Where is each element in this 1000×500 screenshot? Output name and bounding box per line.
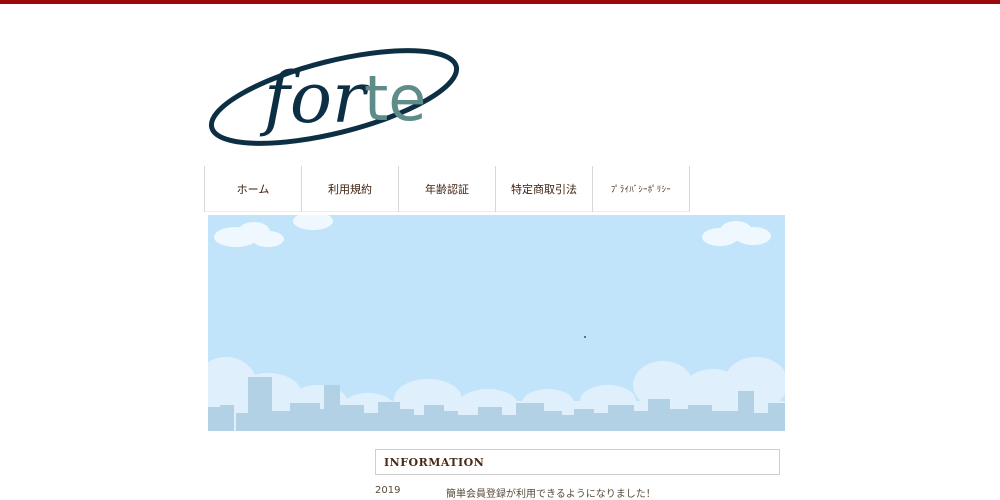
nav-terms[interactable]: 利用規約	[301, 166, 398, 212]
news-item: 2019 簡単会員登録が利用できるようになりました！	[375, 485, 656, 500]
information-header: INFORMATION	[375, 449, 780, 475]
forte-logo[interactable]: for te	[206, 40, 466, 155]
logo-text-for: for	[259, 57, 369, 139]
information-title: INFORMATION	[384, 455, 485, 469]
sky-dot	[584, 336, 586, 338]
nav-terms-label: 利用規約	[328, 183, 372, 196]
news-year: 2019	[375, 485, 401, 496]
nav-privacy-policy[interactable]: ﾌﾟﾗｲﾊﾞｼｰﾎﾟﾘｼｰ	[592, 166, 690, 212]
hero-banner	[208, 215, 785, 431]
nav-privacy-policy-label: ﾌﾟﾗｲﾊﾞｼｰﾎﾟﾘｼｰ	[610, 185, 672, 195]
nav-age-verification-label: 年齢認証	[425, 183, 469, 196]
main-nav: ホーム 利用規約 年齢認証 特定商取引法 ﾌﾟﾗｲﾊﾞｼｰﾎﾟﾘｼｰ	[204, 166, 690, 212]
nav-home-label: ホーム	[236, 183, 270, 196]
nav-commerce-law[interactable]: 特定商取引法	[495, 166, 592, 212]
logo-text-te: te	[364, 62, 426, 135]
nav-home[interactable]: ホーム	[204, 166, 301, 212]
news-text: 簡単会員登録が利用できるようになりました！	[446, 489, 656, 500]
top-accent-bar	[0, 0, 1000, 4]
nav-commerce-law-label: 特定商取引法	[511, 183, 577, 196]
nav-age-verification[interactable]: 年齢認証	[398, 166, 495, 212]
